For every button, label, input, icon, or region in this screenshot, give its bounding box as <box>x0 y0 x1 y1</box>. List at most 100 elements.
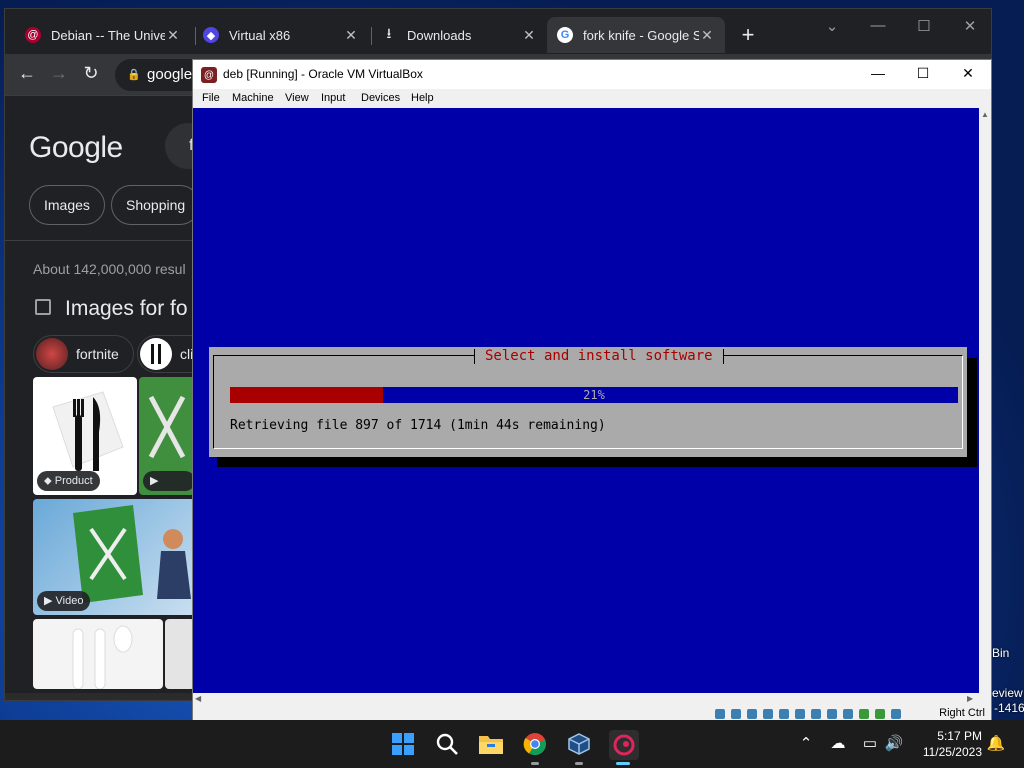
close-tab-icon[interactable]: ✕ <box>521 27 537 44</box>
display-icon[interactable] <box>811 709 821 719</box>
image-result-fork-knife-napkin[interactable]: ⬥ Product <box>33 377 137 495</box>
virtualbox-icon[interactable] <box>565 730 593 758</box>
google-logo[interactable]: Google <box>29 131 123 165</box>
product-badge: ⬥ Product <box>37 471 100 491</box>
image-result-fork-knife-green[interactable]: ▶ Video <box>139 377 195 495</box>
search-icon[interactable] <box>433 730 461 758</box>
menu-machine[interactable]: Machine <box>232 92 274 104</box>
virtualbox-titlebar[interactable]: @ deb [Running] - Oracle VM VirtualBox —… <box>193 60 991 89</box>
tab-title: Downloads <box>407 27 472 43</box>
progress-percent: 21% <box>583 388 605 402</box>
window-title: deb [Running] - Oracle VM VirtualBox <box>223 67 423 81</box>
vertical-scrollbar[interactable]: ▲ <box>979 108 991 693</box>
close-window-icon[interactable]: ✕ <box>955 17 985 35</box>
arrow-icon[interactable] <box>891 709 901 719</box>
shared-folder-icon[interactable] <box>795 709 805 719</box>
menu-file[interactable]: File <box>202 92 220 104</box>
result-count: About 142,000,000 resul <box>33 261 186 277</box>
tab-google-search[interactable]: G fork knife - Google S ✕ <box>547 17 725 53</box>
debian-vm-taskbar-icon[interactable] <box>609 730 639 760</box>
host-key-label: Right Ctrl <box>939 707 985 719</box>
recording-icon[interactable] <box>827 709 837 719</box>
scroll-right-icon[interactable]: ▶ <box>967 694 973 703</box>
suggestion-chip-fortnite[interactable]: fortnite <box>33 335 134 373</box>
horizontal-scrollbar[interactable]: ◀ ▶ <box>193 693 979 705</box>
virtual-x86-icon: ◆ <box>203 27 219 43</box>
preview-watermark: eview <box>992 686 1023 700</box>
forward-arrow-icon[interactable]: → <box>47 63 71 84</box>
menu-help[interactable]: Help <box>411 92 434 104</box>
close-tab-icon[interactable]: ✕ <box>165 27 181 44</box>
running-indicator <box>531 762 539 765</box>
new-tab-button[interactable]: + <box>737 24 759 47</box>
taskbar-clock[interactable]: 5:17 PM 11/25/2023 <box>918 728 982 760</box>
clipart-thumbnail <box>140 338 172 370</box>
tab-title: fork knife - Google S <box>583 27 699 43</box>
address-text: google. <box>147 66 197 83</box>
build-watermark: -1416 <box>994 701 1024 715</box>
fortnite-thumbnail <box>36 338 68 370</box>
close-window-icon[interactable]: ✕ <box>953 65 983 82</box>
google-g-icon: G <box>557 27 573 43</box>
tab-search-chevron-icon[interactable]: ⌄ <box>817 17 847 35</box>
reload-icon[interactable]: ↻ <box>79 63 103 84</box>
debian-swirl-icon: @ <box>25 27 41 43</box>
image-result-plastic-cutlery[interactable] <box>33 619 163 689</box>
vm-display[interactable]: Select and install software 21% Retrievi… <box>193 108 979 693</box>
image-result-partial[interactable] <box>165 619 195 689</box>
debian-vm-icon: @ <box>201 67 217 83</box>
back-arrow-icon[interactable]: ← <box>15 63 39 84</box>
menu-devices[interactable]: Devices <box>361 92 400 104</box>
dialog-frame: Select and install software 21% Retrievi… <box>213 349 963 449</box>
recycle-bin-label[interactable]: Bin <box>992 646 1009 660</box>
menu-view[interactable]: View <box>285 92 309 104</box>
usb-icon[interactable] <box>779 709 789 719</box>
scroll-up-icon[interactable]: ▲ <box>981 110 989 119</box>
minimize-icon[interactable]: — <box>863 65 893 81</box>
network-icon[interactable] <box>763 709 773 719</box>
scroll-left-icon[interactable]: ◀ <box>195 694 201 703</box>
filter-chip-images[interactable]: Images <box>29 185 105 225</box>
maximize-icon[interactable]: ☐ <box>908 65 938 82</box>
network-icon[interactable]: ▭ <box>860 734 880 752</box>
audio-icon[interactable] <box>747 709 757 719</box>
video-badge: ▶ Video <box>143 471 195 491</box>
keyboard-capture-icon[interactable] <box>875 709 885 719</box>
virtualbox-statusbar: Right Ctrl <box>193 706 991 721</box>
tab-title: Debian -- The Univer <box>51 27 165 43</box>
progress-message: Retrieving file 897 of 1714 (1min 44s re… <box>230 418 606 433</box>
images-section-heading[interactable]: Images for fo <box>65 297 188 321</box>
windows-taskbar: ⌃ ☁ ▭ 🔊 5:17 PM 11/25/2023 🔔 <box>0 720 1024 768</box>
active-indicator <box>616 762 630 765</box>
menu-input[interactable]: Input <box>321 92 345 104</box>
filter-chip-shopping[interactable]: Shopping <box>111 185 201 225</box>
tab-virtual-x86[interactable]: ◆ Virtual x86 ✕ <box>193 17 369 53</box>
chevron-up-icon[interactable]: ⌃ <box>796 734 816 752</box>
mouse-integration-icon[interactable] <box>859 709 869 719</box>
close-tab-icon[interactable]: ✕ <box>699 27 715 44</box>
virtualbox-menubar: File Machine View Input Devices Help <box>193 89 991 108</box>
hard-disk-icon[interactable] <box>715 709 725 719</box>
start-windows-icon[interactable] <box>389 730 417 758</box>
volume-icon[interactable]: 🔊 <box>884 734 904 752</box>
minimize-icon[interactable]: — <box>863 17 893 34</box>
download-icon: ⭳ <box>386 25 392 41</box>
running-indicator <box>575 762 583 765</box>
notification-bell-icon[interactable]: 🔔 <box>986 734 1006 752</box>
onedrive-offline-icon[interactable]: ☁ <box>828 734 848 752</box>
image-icon <box>35 299 51 315</box>
cpu-icon[interactable] <box>843 709 853 719</box>
suggestion-label: fortnite <box>76 346 119 362</box>
install-progress-bar: 21% <box>230 387 958 403</box>
image-result-fortnite-fork-knife[interactable]: ▶ Video <box>33 499 195 615</box>
tab-title: Virtual x86 <box>229 27 291 43</box>
chrome-icon[interactable] <box>521 730 549 758</box>
optical-drive-icon[interactable] <box>731 709 741 719</box>
tab-debian[interactable]: @ Debian -- The Univer ✕ <box>15 17 191 53</box>
close-tab-icon[interactable]: ✕ <box>343 27 359 44</box>
maximize-icon[interactable]: ☐ <box>909 17 939 35</box>
file-explorer-icon[interactable] <box>477 730 505 758</box>
plastic-cutlery-icon <box>72 625 133 689</box>
tab-downloads[interactable]: ⭳ Downloads ✕ <box>371 17 547 53</box>
dialog-title: Select and install software <box>474 349 724 364</box>
